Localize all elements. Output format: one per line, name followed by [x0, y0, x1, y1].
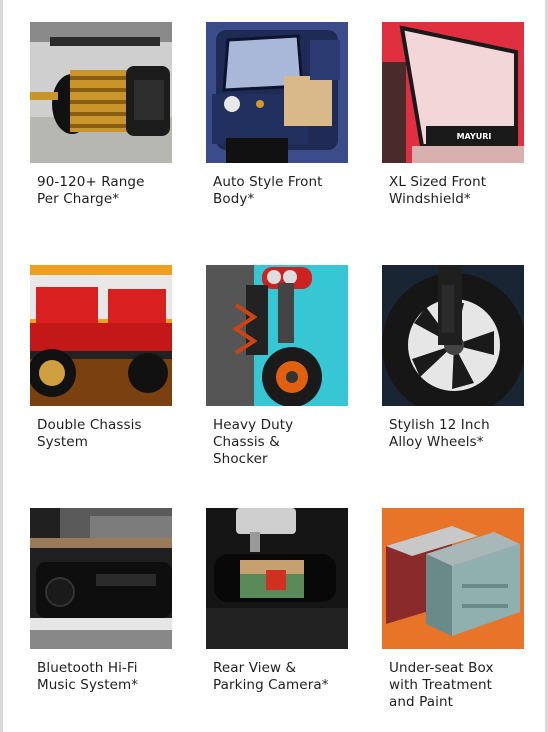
- alloy-wheel-icon: [382, 265, 524, 406]
- feature-label: Double Chassis System: [37, 417, 142, 450]
- feature-page: 90-120+ Range Per Charge* Auto Style Fro…: [0, 0, 548, 732]
- windshield-icon: MAYURI: [382, 22, 524, 163]
- feature-label: Auto Style Front Body*: [213, 174, 323, 207]
- storage-box-icon: [382, 508, 524, 649]
- feature-label: Stylish 12 Inch Alloy Wheels*: [389, 417, 490, 450]
- feature-card-front-body[interactable]: Auto Style Front Body*: [206, 22, 348, 208]
- feature-label: Bluetooth Hi-Fi Music System*: [37, 660, 139, 693]
- feature-card-range[interactable]: 90-120+ Range Per Charge*: [30, 22, 172, 208]
- chassis-icon: [30, 265, 172, 406]
- front-body-icon: [206, 22, 348, 163]
- brand-logo: MAYURI: [457, 132, 492, 141]
- music-system-icon: [30, 508, 172, 649]
- feature-label: Rear View & Parking Camera*: [213, 660, 329, 693]
- feature-card-heavy-duty[interactable]: Heavy Duty Chassis & Shocker: [206, 265, 348, 468]
- feature-card-storage-box[interactable]: Under-seat Box with Treatment and Paint: [382, 508, 524, 711]
- feature-card-double-chassis[interactable]: Double Chassis System: [30, 265, 172, 451]
- feature-card-camera[interactable]: Rear View & Parking Camera*: [206, 508, 348, 694]
- feature-label: Heavy Duty Chassis & Shocker: [213, 417, 294, 467]
- shocker-icon: [206, 265, 348, 406]
- feature-card-windshield[interactable]: MAYURI XL Sized Front Windshield*: [382, 22, 524, 208]
- feature-card-alloy-wheels[interactable]: Stylish 12 Inch Alloy Wheels*: [382, 265, 524, 451]
- feature-label: XL Sized Front Windshield*: [389, 174, 487, 207]
- feature-card-music-system[interactable]: Bluetooth Hi-Fi Music System*: [30, 508, 172, 694]
- feature-grid: 90-120+ Range Per Charge* Auto Style Fro…: [3, 0, 548, 732]
- camera-icon: [206, 508, 348, 649]
- feature-label: 90-120+ Range Per Charge*: [37, 174, 145, 207]
- feature-label: Under-seat Box with Treatment and Paint: [389, 660, 494, 710]
- motor-icon: [30, 22, 172, 163]
